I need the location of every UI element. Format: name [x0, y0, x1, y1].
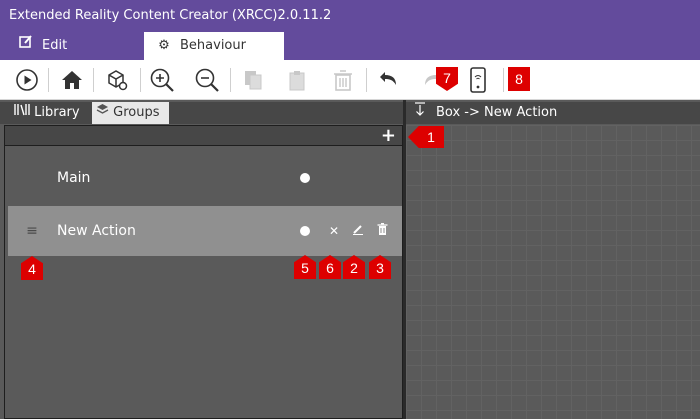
arrow-down-icon[interactable] [414, 102, 428, 124]
window-title: Extended Reality Content Creator (XRCC)2… [0, 0, 700, 32]
home-icon [62, 71, 82, 89]
zoom-in-icon [150, 68, 174, 92]
tab-library[interactable]: Library [10, 102, 88, 124]
group-row-main[interactable]: Main [8, 153, 402, 203]
edit-icon [18, 32, 34, 60]
phone-icon [470, 67, 486, 93]
layers-icon [96, 104, 113, 120]
group-label: Main [57, 170, 91, 186]
zoom-out-icon [195, 68, 219, 92]
paste-icon [289, 71, 305, 91]
active-dot-icon[interactable] [300, 226, 310, 236]
copy-button[interactable] [238, 64, 268, 96]
play-icon [16, 69, 38, 91]
toolbar-separator [140, 68, 141, 92]
behaviour-path: Box -> New Action [436, 105, 558, 120]
undo-button[interactable] [373, 64, 403, 96]
main-tabbar: Edit ⚙ Behaviour [0, 32, 700, 60]
annotation-badge: 8 [508, 67, 530, 91]
behaviour-path-header: Box -> New Action [406, 102, 700, 124]
cube-gear-icon [108, 70, 128, 91]
tab-edit-label: Edit [42, 38, 68, 53]
gear-icon: ⚙ [158, 38, 170, 53]
active-dot-icon[interactable] [300, 173, 310, 183]
add-group-icon[interactable]: + [381, 126, 396, 146]
paste-button[interactable] [283, 64, 313, 96]
toolbar-separator [48, 68, 49, 92]
toolbar-separator [366, 68, 367, 92]
group-label: New Action [57, 223, 136, 239]
zoom-out-button[interactable] [192, 64, 222, 96]
toolbar-separator [503, 68, 504, 92]
home-button[interactable] [57, 64, 87, 96]
edit-pencil-icon[interactable] [350, 222, 366, 240]
groups-panel-header: + [5, 126, 402, 146]
object-settings-button[interactable] [102, 64, 132, 96]
tab-edit[interactable]: Edit [0, 32, 144, 60]
library-icon [14, 104, 34, 120]
toolbar-separator [93, 68, 94, 92]
left-panel-tabs: Library Groups [0, 102, 403, 124]
toolbar [0, 60, 700, 100]
copy-icon [245, 71, 262, 90]
toolbar-separator [230, 68, 231, 92]
tab-library-label: Library [34, 105, 80, 120]
zoom-in-button[interactable] [147, 64, 177, 96]
tab-behaviour-label: Behaviour [180, 38, 246, 53]
device-preview-button[interactable] [463, 64, 493, 96]
tab-groups-label: Groups [113, 105, 160, 120]
play-button[interactable] [12, 64, 42, 96]
close-icon[interactable]: ✕ [326, 222, 342, 240]
trash-icon[interactable] [374, 222, 390, 240]
undo-icon [380, 72, 396, 85]
behaviour-canvas[interactable] [406, 125, 700, 419]
trash-icon [334, 70, 352, 91]
delete-button[interactable] [328, 64, 358, 96]
tab-groups[interactable]: Groups [92, 102, 169, 124]
group-row-new-action[interactable]: ≡ New Action ✕ [8, 206, 402, 256]
tab-behaviour[interactable]: ⚙ Behaviour [144, 32, 284, 60]
drag-handle-icon[interactable]: ≡ [25, 224, 39, 238]
